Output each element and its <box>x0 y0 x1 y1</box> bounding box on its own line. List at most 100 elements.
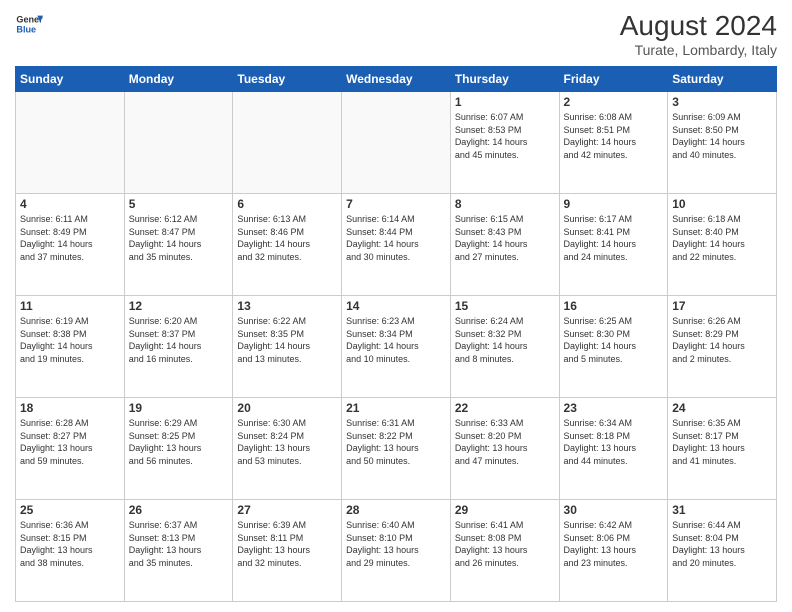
col-tuesday: Tuesday <box>233 67 342 92</box>
calendar-cell: 5Sunrise: 6:12 AM Sunset: 8:47 PM Daylig… <box>124 194 233 296</box>
day-number: 16 <box>564 299 664 313</box>
page-header: General Blue August 2024 Turate, Lombard… <box>15 10 777 58</box>
calendar-week-1: 1Sunrise: 6:07 AM Sunset: 8:53 PM Daylig… <box>16 92 777 194</box>
col-wednesday: Wednesday <box>342 67 451 92</box>
day-number: 24 <box>672 401 772 415</box>
day-info: Sunrise: 6:24 AM Sunset: 8:32 PM Dayligh… <box>455 315 555 365</box>
day-number: 13 <box>237 299 337 313</box>
col-sunday: Sunday <box>16 67 125 92</box>
day-number: 8 <box>455 197 555 211</box>
day-info: Sunrise: 6:13 AM Sunset: 8:46 PM Dayligh… <box>237 213 337 263</box>
logo-icon: General Blue <box>15 10 43 38</box>
day-info: Sunrise: 6:29 AM Sunset: 8:25 PM Dayligh… <box>129 417 229 467</box>
day-info: Sunrise: 6:18 AM Sunset: 8:40 PM Dayligh… <box>672 213 772 263</box>
calendar-week-3: 11Sunrise: 6:19 AM Sunset: 8:38 PM Dayli… <box>16 296 777 398</box>
calendar-cell <box>342 92 451 194</box>
page-title: August 2024 <box>620 10 777 42</box>
calendar-table: Sunday Monday Tuesday Wednesday Thursday… <box>15 66 777 602</box>
calendar-cell: 8Sunrise: 6:15 AM Sunset: 8:43 PM Daylig… <box>450 194 559 296</box>
day-number: 17 <box>672 299 772 313</box>
logo: General Blue <box>15 10 43 38</box>
calendar-cell <box>16 92 125 194</box>
day-number: 15 <box>455 299 555 313</box>
calendar-cell: 1Sunrise: 6:07 AM Sunset: 8:53 PM Daylig… <box>450 92 559 194</box>
day-number: 3 <box>672 95 772 109</box>
day-info: Sunrise: 6:17 AM Sunset: 8:41 PM Dayligh… <box>564 213 664 263</box>
col-friday: Friday <box>559 67 668 92</box>
day-info: Sunrise: 6:23 AM Sunset: 8:34 PM Dayligh… <box>346 315 446 365</box>
day-info: Sunrise: 6:36 AM Sunset: 8:15 PM Dayligh… <box>20 519 120 569</box>
day-info: Sunrise: 6:09 AM Sunset: 8:50 PM Dayligh… <box>672 111 772 161</box>
day-number: 30 <box>564 503 664 517</box>
day-info: Sunrise: 6:12 AM Sunset: 8:47 PM Dayligh… <box>129 213 229 263</box>
calendar-cell: 15 Sunrise: 6:24 AM Sunset: 8:32 PM Dayli… <box>450 296 559 398</box>
day-number: 10 <box>672 197 772 211</box>
day-info: Sunrise: 6:07 AM Sunset: 8:53 PM Dayligh… <box>455 111 555 161</box>
day-info: Sunrise: 6:11 AM Sunset: 8:49 PM Dayligh… <box>20 213 120 263</box>
day-info: Sunrise: 6:26 AM Sunset: 8:29 PM Dayligh… <box>672 315 772 365</box>
calendar-cell: 16 Sunrise: 6:25 AM Sunset: 8:30 PM Dayli… <box>559 296 668 398</box>
title-block: August 2024 Turate, Lombardy, Italy <box>620 10 777 58</box>
day-number: 6 <box>237 197 337 211</box>
calendar-cell: 19 Sunrise: 6:29 AM Sunset: 8:25 PM Dayli… <box>124 398 233 500</box>
day-number: 21 <box>346 401 446 415</box>
day-number: 11 <box>20 299 120 313</box>
day-info: Sunrise: 6:30 AM Sunset: 8:24 PM Dayligh… <box>237 417 337 467</box>
day-info: Sunrise: 6:39 AM Sunset: 8:11 PM Dayligh… <box>237 519 337 569</box>
calendar-cell: 21 Sunrise: 6:31 AM Sunset: 8:22 PM Dayli… <box>342 398 451 500</box>
day-number: 26 <box>129 503 229 517</box>
calendar-cell: 13 Sunrise: 6:22 AM Sunset: 8:35 PM Dayli… <box>233 296 342 398</box>
day-info: Sunrise: 6:25 AM Sunset: 8:30 PM Dayligh… <box>564 315 664 365</box>
calendar-cell: 22Sunrise: 6:33 AM Sunset: 8:20 PM Dayli… <box>450 398 559 500</box>
day-number: 27 <box>237 503 337 517</box>
day-number: 14 <box>346 299 446 313</box>
day-info: Sunrise: 6:42 AM Sunset: 8:06 PM Dayligh… <box>564 519 664 569</box>
day-number: 12 <box>129 299 229 313</box>
day-number: 22 <box>455 401 555 415</box>
calendar-cell: 6 Sunrise: 6:13 AM Sunset: 8:46 PM Daylig… <box>233 194 342 296</box>
day-number: 20 <box>237 401 337 415</box>
day-number: 9 <box>564 197 664 211</box>
day-info: Sunrise: 6:31 AM Sunset: 8:22 PM Dayligh… <box>346 417 446 467</box>
calendar-week-4: 18 Sunrise: 6:28 AM Sunset: 8:27 PM Dayli… <box>16 398 777 500</box>
calendar-header-row: Sunday Monday Tuesday Wednesday Thursday… <box>16 67 777 92</box>
calendar-cell: 9 Sunrise: 6:17 AM Sunset: 8:41 PM Daylig… <box>559 194 668 296</box>
calendar-cell: 23Sunrise: 6:34 AM Sunset: 8:18 PM Dayli… <box>559 398 668 500</box>
day-info: Sunrise: 6:28 AM Sunset: 8:27 PM Dayligh… <box>20 417 120 467</box>
page-subtitle: Turate, Lombardy, Italy <box>620 42 777 58</box>
day-number: 25 <box>20 503 120 517</box>
calendar-cell: 24 Sunrise: 6:35 AM Sunset: 8:17 PM Dayli… <box>668 398 777 500</box>
calendar-cell: 3 Sunrise: 6:09 AM Sunset: 8:50 PM Daylig… <box>668 92 777 194</box>
day-number: 4 <box>20 197 120 211</box>
calendar-cell: 7Sunrise: 6:14 AM Sunset: 8:44 PM Daylig… <box>342 194 451 296</box>
day-number: 28 <box>346 503 446 517</box>
calendar-cell: 27 Sunrise: 6:39 AM Sunset: 8:11 PM Dayli… <box>233 500 342 602</box>
calendar-cell: 11Sunrise: 6:19 AM Sunset: 8:38 PM Dayli… <box>16 296 125 398</box>
calendar-cell: 10 Sunrise: 6:18 AM Sunset: 8:40 PM Dayli… <box>668 194 777 296</box>
col-monday: Monday <box>124 67 233 92</box>
svg-text:Blue: Blue <box>16 24 36 34</box>
day-info: Sunrise: 6:35 AM Sunset: 8:17 PM Dayligh… <box>672 417 772 467</box>
calendar-cell: 4 Sunrise: 6:11 AM Sunset: 8:49 PM Daylig… <box>16 194 125 296</box>
calendar-cell: 25 Sunrise: 6:36 AM Sunset: 8:15 PM Dayli… <box>16 500 125 602</box>
calendar-week-2: 4 Sunrise: 6:11 AM Sunset: 8:49 PM Daylig… <box>16 194 777 296</box>
day-info: Sunrise: 6:34 AM Sunset: 8:18 PM Dayligh… <box>564 417 664 467</box>
calendar-cell: 28 Sunrise: 6:40 AM Sunset: 8:10 PM Dayli… <box>342 500 451 602</box>
col-thursday: Thursday <box>450 67 559 92</box>
day-number: 2 <box>564 95 664 109</box>
calendar-cell: 14 Sunrise: 6:23 AM Sunset: 8:34 PM Dayli… <box>342 296 451 398</box>
day-info: Sunrise: 6:40 AM Sunset: 8:10 PM Dayligh… <box>346 519 446 569</box>
day-info: Sunrise: 6:22 AM Sunset: 8:35 PM Dayligh… <box>237 315 337 365</box>
day-info: Sunrise: 6:14 AM Sunset: 8:44 PM Dayligh… <box>346 213 446 263</box>
calendar-cell: 26Sunrise: 6:37 AM Sunset: 8:13 PM Dayli… <box>124 500 233 602</box>
calendar-cell: 20 Sunrise: 6:30 AM Sunset: 8:24 PM Dayli… <box>233 398 342 500</box>
day-info: Sunrise: 6:08 AM Sunset: 8:51 PM Dayligh… <box>564 111 664 161</box>
day-info: Sunrise: 6:20 AM Sunset: 8:37 PM Dayligh… <box>129 315 229 365</box>
calendar-cell: 30 Sunrise: 6:42 AM Sunset: 8:06 PM Dayli… <box>559 500 668 602</box>
calendar-cell: 29Sunrise: 6:41 AM Sunset: 8:08 PM Dayli… <box>450 500 559 602</box>
col-saturday: Saturday <box>668 67 777 92</box>
calendar-week-5: 25 Sunrise: 6:36 AM Sunset: 8:15 PM Dayli… <box>16 500 777 602</box>
day-number: 29 <box>455 503 555 517</box>
day-number: 18 <box>20 401 120 415</box>
day-number: 19 <box>129 401 229 415</box>
